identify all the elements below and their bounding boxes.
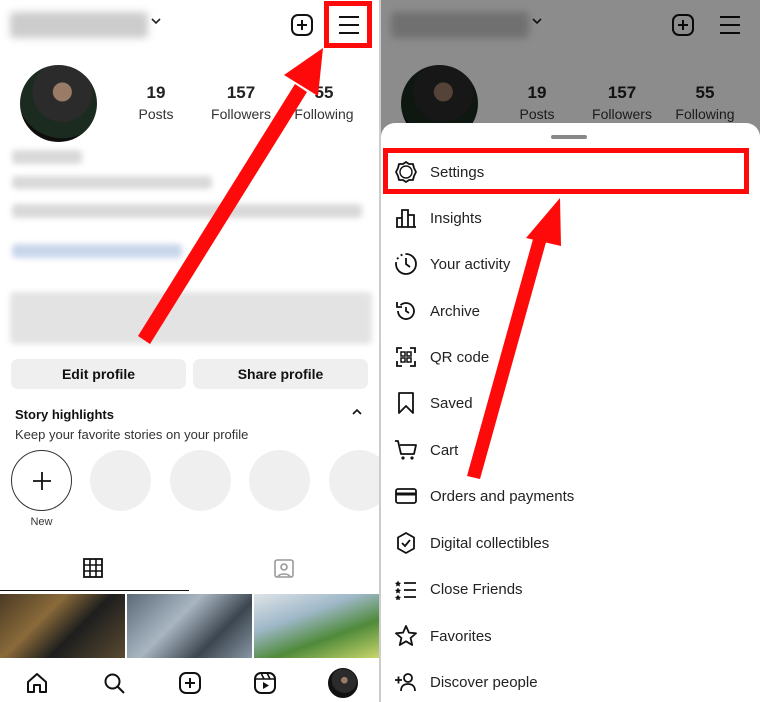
annotation-highlight-box xyxy=(383,148,749,194)
stat-posts-label: Posts xyxy=(138,106,174,122)
post-thumbnail[interactable] xyxy=(0,594,125,658)
story-highlights-subtitle: Keep your favorite stories on your profi… xyxy=(15,427,249,442)
stat-posts[interactable]: 19 Posts xyxy=(130,82,182,124)
annotation-highlight-box xyxy=(324,1,372,48)
bio-blurred xyxy=(12,204,362,218)
highlight-placeholder xyxy=(170,450,231,511)
highlight-placeholder xyxy=(249,450,310,511)
add-person-icon xyxy=(393,669,419,695)
chevron-down-icon[interactable] xyxy=(150,14,162,30)
tagged-tab-icon[interactable] xyxy=(273,557,295,584)
bottom-navigation xyxy=(0,660,379,702)
menu-item-label: Insights xyxy=(430,209,482,227)
menu-item-discover-people[interactable]: Discover people xyxy=(393,662,753,702)
stat-followers[interactable]: 157 Followers xyxy=(206,82,276,124)
archive-icon xyxy=(393,298,419,324)
grid-tab-icon[interactable] xyxy=(82,557,104,584)
menu-item-digital-collectibles[interactable]: Digital collectibles xyxy=(393,523,753,563)
edit-profile-button[interactable]: Edit profile xyxy=(11,359,186,389)
search-icon[interactable] xyxy=(101,670,127,696)
story-highlights-title: Story highlights xyxy=(15,407,114,422)
create-icon[interactable] xyxy=(177,670,203,696)
share-profile-button[interactable]: Share profile xyxy=(193,359,368,389)
activity-icon xyxy=(393,251,419,277)
menu-item-archive[interactable]: Archive xyxy=(393,291,753,331)
menu-item-label: Saved xyxy=(430,394,473,412)
menu-item-close-friends[interactable]: Close Friends xyxy=(393,569,753,609)
menu-item-orders-and-payments[interactable]: Orders and payments xyxy=(393,476,753,516)
menu-item-label: QR code xyxy=(430,348,490,366)
post-thumbnail[interactable] xyxy=(254,594,379,658)
reels-icon[interactable] xyxy=(252,670,278,696)
menu-item-saved[interactable]: Saved xyxy=(393,383,753,423)
profile-screen: 19 Posts 157 Followers 55 Following Edit… xyxy=(0,0,379,702)
menu-item-qr-code[interactable]: QR code xyxy=(393,337,753,377)
stat-following[interactable]: 55 Following xyxy=(290,82,358,124)
professional-dashboard-blurred[interactable] xyxy=(10,292,372,344)
menu-item-label: Favorites xyxy=(430,627,492,645)
card-icon xyxy=(393,483,419,509)
profile-nav-avatar[interactable] xyxy=(328,668,358,698)
stat-posts-count: 19 xyxy=(146,83,166,102)
sheet-drag-handle[interactable] xyxy=(551,135,587,139)
profile-avatar[interactable] xyxy=(20,65,97,142)
menu-item-insights[interactable]: Insights xyxy=(393,198,753,238)
menu-item-label: Orders and payments xyxy=(430,487,575,505)
stat-following-count: 55 xyxy=(314,83,334,102)
insights-icon xyxy=(393,205,419,231)
menu-item-label: Your activity xyxy=(430,255,511,273)
menu-item-label: Close Friends xyxy=(430,580,523,598)
menu-item-label: Discover people xyxy=(430,673,538,691)
collectibles-icon xyxy=(393,530,419,556)
stat-followers-label: Followers xyxy=(211,106,271,122)
bio-blurred xyxy=(12,176,212,189)
post-thumbnail[interactable] xyxy=(127,594,252,658)
bio-blurred xyxy=(12,150,82,164)
username-blurred[interactable] xyxy=(10,12,148,38)
create-post-icon[interactable] xyxy=(287,10,317,40)
cart-icon xyxy=(393,437,419,463)
active-tab-indicator xyxy=(0,590,189,591)
menu-item-label: Archive xyxy=(430,302,481,320)
menu-item-label: Digital collectibles xyxy=(430,534,550,552)
stat-followers-count: 157 xyxy=(226,83,256,102)
chevron-up-icon[interactable] xyxy=(352,405,362,420)
qr-code-icon xyxy=(393,344,419,370)
bio-link-blurred xyxy=(12,244,182,258)
menu-item-your-activity[interactable]: Your activity xyxy=(393,244,753,284)
menu-bottom-sheet: Settings Insights Your activity Archive xyxy=(381,123,760,702)
bookmark-icon xyxy=(393,390,419,416)
menu-item-cart[interactable]: Cart xyxy=(393,430,753,470)
highlight-placeholder xyxy=(329,450,379,511)
new-highlight-label: New xyxy=(30,516,53,528)
new-highlight-button[interactable] xyxy=(11,450,72,511)
star-icon xyxy=(393,623,419,649)
menu-item-label: Cart xyxy=(430,441,459,459)
stat-following-label: Following xyxy=(294,106,354,122)
home-icon[interactable] xyxy=(24,670,50,696)
menu-screen: 19 Posts 157 Followers 55 Following Sett… xyxy=(381,0,760,702)
menu-item-favorites[interactable]: Favorites xyxy=(393,616,753,656)
highlight-placeholder xyxy=(90,450,151,511)
close-friends-icon xyxy=(393,576,419,602)
